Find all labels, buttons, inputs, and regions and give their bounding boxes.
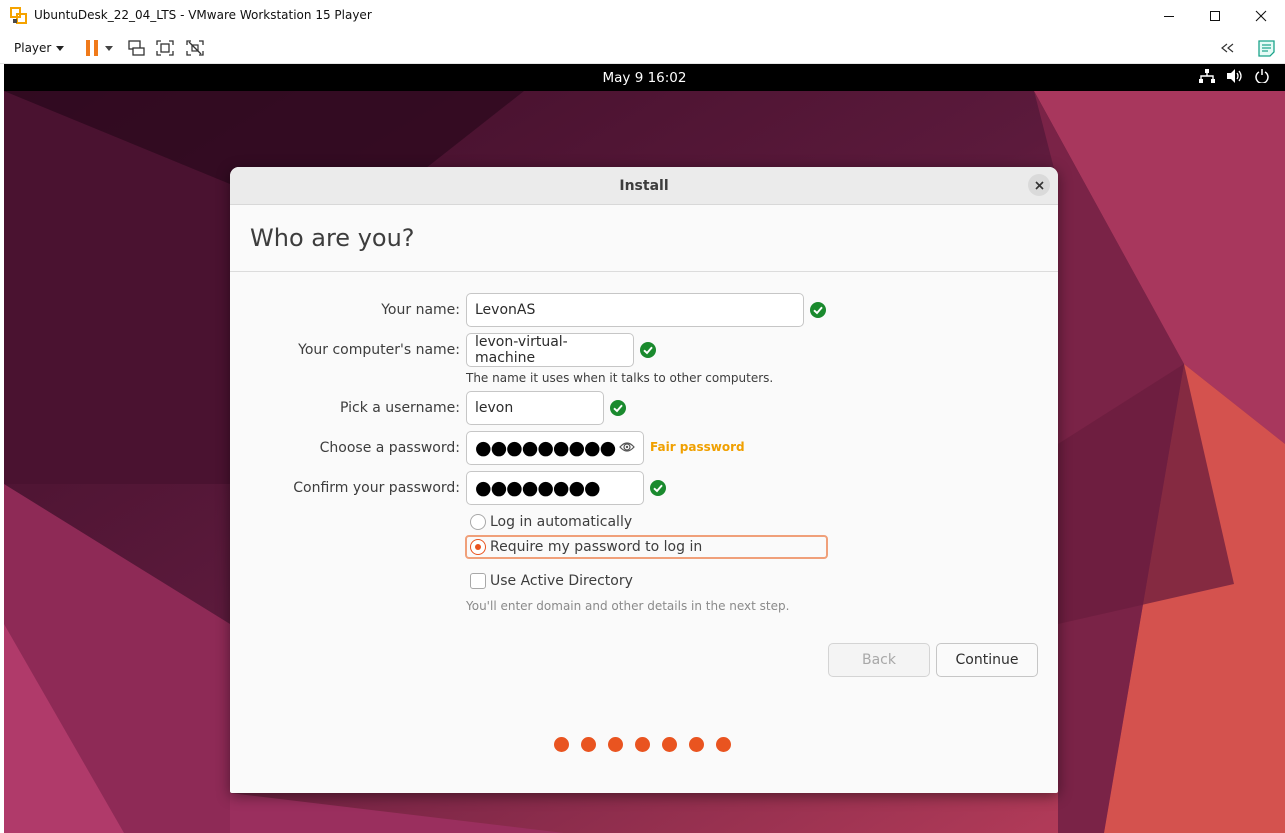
host-toolbar: Player: [0, 32, 1285, 64]
maximize-icon: [1210, 11, 1220, 21]
confirm-password-input[interactable]: ●●●●●●●●: [466, 471, 644, 505]
dialog-header: Install: [230, 167, 1058, 205]
install-dialog: Install Who are you? Your name: LevonAS …: [230, 167, 1058, 793]
valid-check-icon: [640, 342, 656, 358]
pause-icon: [86, 40, 98, 56]
use-active-directory-label[interactable]: Use Active Directory: [490, 573, 633, 589]
power-icon: [1255, 69, 1269, 83]
vmware-player-icon: [10, 7, 27, 24]
computer-name-hint: The name it uses when it talks to other …: [466, 371, 774, 385]
dialog-close-button[interactable]: [1028, 174, 1050, 196]
show-password-eye-icon[interactable]: [619, 439, 635, 455]
progress-step-dot: [608, 737, 623, 752]
back-button[interactable]: Back: [828, 643, 930, 677]
active-directory-hint: You'll enter domain and other details in…: [466, 599, 790, 613]
username-label: Pick a username:: [339, 400, 460, 416]
valid-check-icon: [610, 400, 626, 416]
clock[interactable]: May 9 16:02: [4, 70, 1285, 86]
collapse-toolbar-button[interactable]: [1218, 38, 1236, 58]
close-window-button[interactable]: [1238, 0, 1284, 32]
double-chevron-left-icon: [1221, 43, 1234, 53]
password-label: Choose a password:: [319, 440, 460, 456]
network-icon: [1199, 69, 1215, 83]
computer-name-label: Your computer's name:: [298, 342, 460, 358]
unity-icon: [186, 40, 204, 56]
progress-step-dot: [581, 737, 596, 752]
computer-name-input[interactable]: levon-virtual-machine: [466, 333, 634, 367]
player-menu[interactable]: Player: [10, 38, 68, 58]
require-password-label[interactable]: Require my password to log in: [490, 539, 702, 555]
password-strength-label: Fair password: [650, 440, 745, 454]
unity-mode-button[interactable]: [186, 38, 204, 58]
close-icon: [1034, 180, 1044, 190]
require-password-radio[interactable]: [470, 539, 486, 555]
log-in-automatically-radio[interactable]: [470, 514, 486, 530]
maximize-button[interactable]: [1192, 0, 1238, 32]
log-in-automatically-label[interactable]: Log in automatically: [490, 514, 632, 530]
progress-step-dot: [662, 737, 677, 752]
host-window-title: UbuntuDesk_22_04_LTS - VMware Workstatio…: [34, 8, 372, 22]
your-name-label: Your name:: [381, 302, 460, 318]
minimize-button[interactable]: [1146, 0, 1192, 32]
player-menu-label: Player: [14, 41, 52, 55]
system-tray[interactable]: [1199, 69, 1269, 83]
valid-check-icon: [650, 480, 666, 496]
dialog-title: Install: [619, 178, 669, 194]
pause-button[interactable]: [82, 38, 116, 58]
progress-step-dot: [554, 737, 569, 752]
your-name-input[interactable]: LevonAS: [466, 293, 804, 327]
progress-step-dot: [635, 737, 650, 752]
dropdown-arrow-icon: [105, 45, 113, 51]
close-icon: [1255, 10, 1267, 22]
notes-icon: [1257, 39, 1275, 57]
install-progress-dots: [554, 737, 731, 752]
progress-step-dot: [689, 737, 704, 752]
progress-step-dot: [716, 737, 731, 752]
page-title: Who are you?: [250, 224, 415, 252]
ubuntu-top-bar: May 9 16:02: [4, 64, 1285, 91]
volume-icon: [1227, 69, 1242, 83]
dropdown-arrow-icon: [56, 45, 65, 51]
notes-button[interactable]: [1256, 38, 1276, 58]
use-active-directory-checkbox[interactable]: [470, 573, 486, 589]
password-input[interactable]: ●●●●●●●●●: [466, 431, 644, 465]
vm-guest-screen[interactable]: May 9 16:02 Install Who are you? Your na…: [4, 64, 1285, 833]
send-ctrl-alt-del-button[interactable]: [127, 38, 145, 58]
minimize-icon: [1164, 16, 1174, 17]
full-screen-button[interactable]: [156, 38, 174, 58]
ctrl-alt-del-icon: [127, 40, 145, 56]
host-title-bar: UbuntuDesk_22_04_LTS - VMware Workstatio…: [0, 0, 1285, 32]
continue-button[interactable]: Continue: [936, 643, 1038, 677]
valid-check-icon: [810, 302, 826, 318]
username-input[interactable]: levon: [466, 391, 604, 425]
fullscreen-icon: [156, 40, 174, 56]
heading-divider: [230, 271, 1058, 272]
confirm-password-label: Confirm your password:: [293, 480, 460, 496]
